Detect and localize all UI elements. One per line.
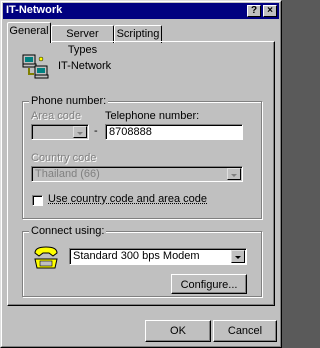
connect-using-group-label: Connect using:: [29, 225, 107, 237]
window-title: IT-Network: [6, 4, 63, 16]
modem-select-value: Standard 300 bps Modem: [73, 250, 200, 262]
area-code-chevron-down-icon: [73, 126, 87, 138]
use-country-code-label[interactable]: Use country code and area code: [48, 193, 207, 205]
country-code-dropdown: Thailand (66): [31, 166, 243, 182]
tab-general-label: General: [9, 25, 49, 37]
phone-number-group-label: Phone number:: [29, 95, 109, 107]
title-bar[interactable]: IT-Network ? ×: [3, 3, 279, 19]
phone-number-group: Phone number: Area code - Telephone numb…: [22, 95, 262, 219]
country-code-label: Country code: [31, 152, 97, 164]
use-country-code-checkbox[interactable]: [32, 195, 43, 206]
computers-network-icon: [22, 54, 49, 79]
phone-separator: -: [94, 125, 98, 137]
cancel-button-label: Cancel: [227, 325, 263, 337]
country-code-chevron-down-icon: [227, 168, 241, 180]
dialog-window: IT-Network ? × General Server Types Scri…: [0, 0, 282, 348]
telephone-number-label: Telephone number:: [105, 110, 200, 122]
configure-button-label: Configure...: [180, 279, 238, 291]
area-code-label: Area code: [31, 110, 82, 122]
connect-using-group: Connect using: Standard 300 bps Modem Co…: [22, 225, 262, 297]
ok-button-label: OK: [170, 325, 186, 337]
tab-panel-general: IT-Network Phone number: Area code - Tel…: [7, 41, 275, 306]
configure-button[interactable]: Configure...: [171, 274, 247, 294]
telephone-number-input[interactable]: 8708888: [105, 124, 243, 140]
area-code-dropdown: [31, 124, 89, 140]
close-button[interactable]: ×: [263, 5, 277, 17]
modem-select[interactable]: Standard 300 bps Modem: [69, 248, 247, 265]
ok-button[interactable]: OK: [145, 320, 211, 342]
telephone-number-value: 8708888: [109, 126, 152, 138]
cancel-button[interactable]: Cancel: [213, 320, 277, 342]
use-country-code-text: Use country code and area code: [48, 193, 207, 205]
help-button[interactable]: ?: [247, 5, 261, 17]
tab-scripting-label: Scripting: [116, 28, 160, 40]
country-code-value: Thailand (66): [35, 168, 100, 180]
modem-telephone-icon: [34, 246, 58, 269]
modem-chevron-down-icon[interactable]: [231, 250, 245, 263]
connection-name: IT-Network: [58, 60, 112, 72]
tab-general[interactable]: General: [7, 22, 51, 43]
